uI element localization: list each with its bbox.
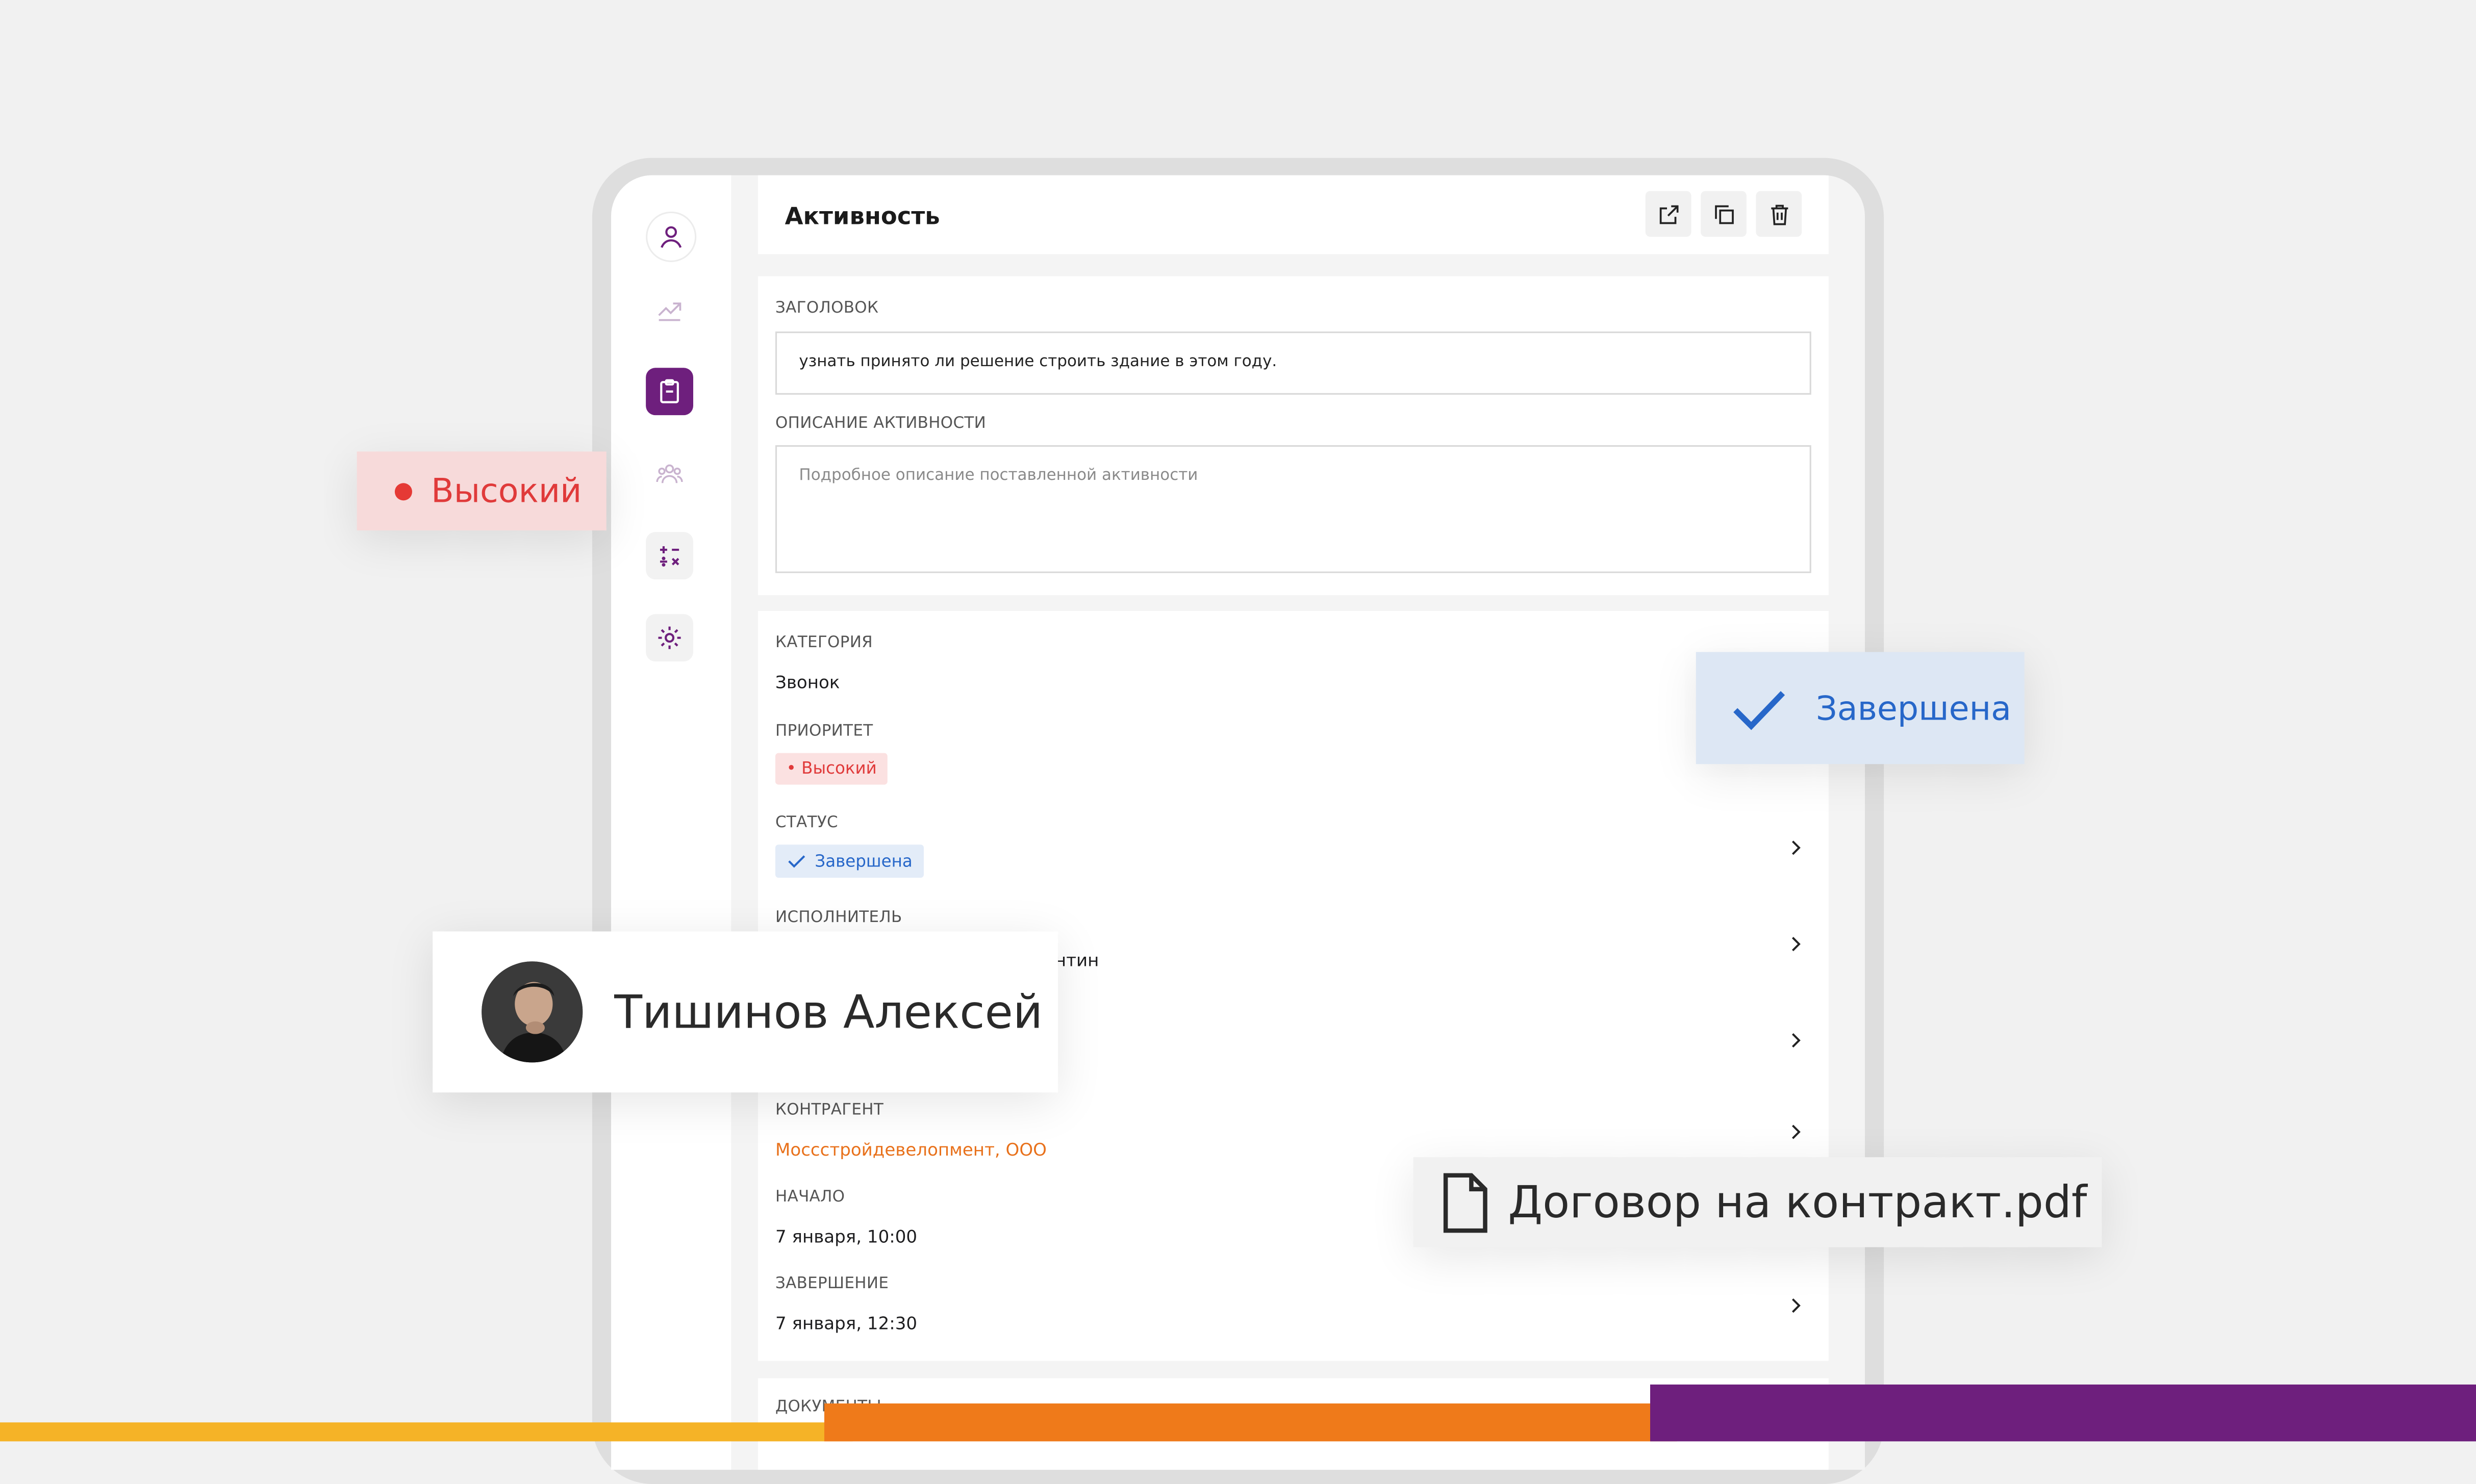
form-card: ЗАГОЛОВОК узнать принято ли решение стро… <box>757 276 1829 596</box>
assignee-chevron-icon[interactable] <box>1784 933 1806 955</box>
external-link-icon <box>1659 204 1678 223</box>
calculator-icon <box>660 546 679 567</box>
stage: Активность ЗАГОЛОВОК узнать принято ли р… <box>0 0 2476 1484</box>
check-icon <box>1733 690 1785 730</box>
bottom-bar-yellow <box>0 1422 853 1442</box>
user-callout-name: Тишинов Алексей <box>614 985 1043 1039</box>
bottom-bar-orange <box>824 1403 1677 1442</box>
counterparty-chevron-icon[interactable] <box>1784 1121 1806 1143</box>
bottom-bar-purple <box>1650 1384 2476 1442</box>
category-label: КАТЕГОРИЯ <box>775 634 873 652</box>
priority-callout-label: Высокий <box>431 472 582 510</box>
priority-badge[interactable]: • Высокий <box>775 753 888 785</box>
status-badge-label: Завершена <box>815 852 913 871</box>
file-callout-name: Договор на контракт.pdf <box>1508 1176 2087 1229</box>
app-screen: Активность ЗАГОЛОВОК узнать принято ли р… <box>611 175 1865 1470</box>
contact-chevron-icon[interactable] <box>1784 1029 1806 1051</box>
user-icon <box>661 226 682 248</box>
status-label: СТАТУС <box>775 814 838 832</box>
trash-icon <box>1770 204 1787 224</box>
description-label: ОПИСАНИЕ АКТИВНОСТИ <box>775 415 987 433</box>
sidebar <box>611 175 731 1470</box>
user-callout: Тишинов Алексей <box>433 931 1058 1093</box>
end-chevron-icon[interactable] <box>1784 1294 1806 1316</box>
counterparty-label: КОНТРАГЕНТ <box>775 1102 884 1119</box>
copy-button[interactable] <box>1701 191 1747 237</box>
end-label: ЗАВЕРШЕНИЕ <box>775 1275 889 1293</box>
end-value: 7 января, 12:30 <box>775 1313 918 1334</box>
delete-button[interactable] <box>1756 191 1802 237</box>
page-title: Активность <box>785 202 940 231</box>
description-textarea[interactable]: Подробное описание поставленной активнос… <box>775 445 1811 573</box>
status-chevron-icon[interactable] <box>1784 837 1806 859</box>
header-bar: Активность <box>757 175 1829 254</box>
assignee-value: нтин <box>1054 950 1099 971</box>
priority-label: ПРИОРИТЕТ <box>775 723 873 740</box>
chart-icon <box>658 302 681 321</box>
sidebar-item-profile[interactable] <box>646 211 697 262</box>
copy-icon <box>1714 204 1733 223</box>
check-icon <box>788 855 805 868</box>
title-label: ЗАГОЛОВОК <box>775 300 879 318</box>
start-value: 7 января, 10:00 <box>775 1226 918 1247</box>
status-callout: Завершена <box>1696 652 2025 764</box>
title-input[interactable]: узнать принято ли решение строить здание… <box>775 331 1811 395</box>
sidebar-item-team[interactable] <box>646 450 693 497</box>
person-photo-icon <box>482 961 583 1063</box>
team-icon <box>656 464 683 483</box>
sidebar-item-settings[interactable] <box>646 614 694 662</box>
avatar <box>482 961 583 1063</box>
open-external-button[interactable] <box>1645 191 1691 237</box>
start-label: НАЧАЛО <box>775 1189 845 1207</box>
priority-dot-icon <box>394 482 412 500</box>
category-value: Звонок <box>775 672 840 694</box>
sidebar-item-activities[interactable] <box>646 368 694 416</box>
assignee-label: ИСПОЛНИТЕЛЬ <box>775 909 902 927</box>
file-callout: Договор на контракт.pdf <box>1413 1157 2102 1247</box>
counterparty-link[interactable]: Моссстройдевелопмент, ООО <box>775 1140 1047 1160</box>
clipboard-icon <box>660 379 679 403</box>
sidebar-item-analytics[interactable] <box>646 286 693 333</box>
sidebar-item-calculator[interactable] <box>646 532 694 580</box>
settings-icon <box>658 626 681 649</box>
file-icon <box>1443 1172 1487 1232</box>
priority-callout: Высокий <box>357 451 607 531</box>
status-badge[interactable]: Завершена <box>775 845 924 878</box>
status-callout-label: Завершена <box>1816 689 2012 727</box>
